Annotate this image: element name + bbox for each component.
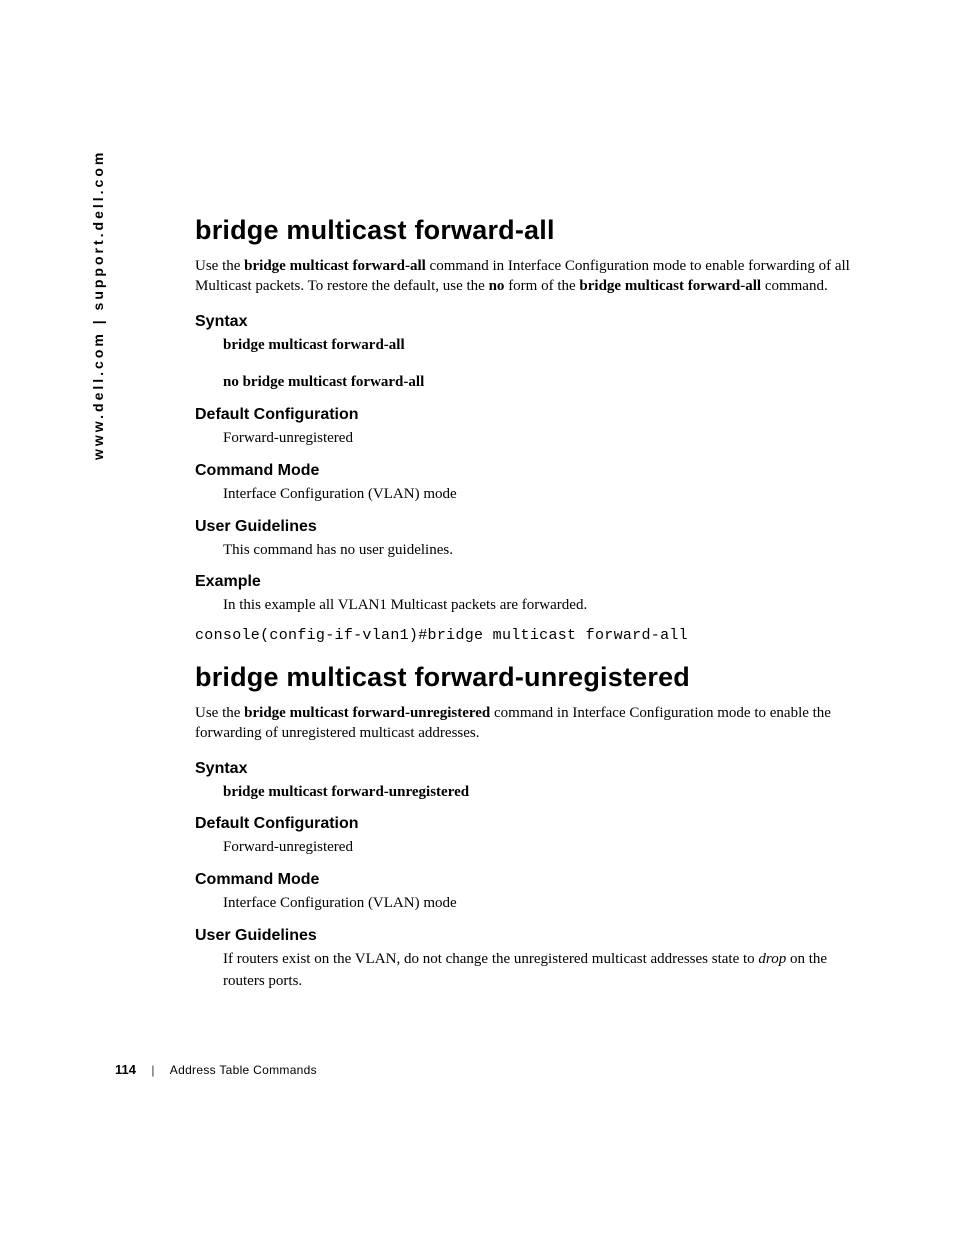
example-text: In this example all VLAN1 Multicast pack…	[223, 595, 865, 617]
intro-paragraph: Use the bridge multicast forward-unregis…	[195, 703, 865, 744]
guidelines-text: If routers exist on the VLAN, do not cha…	[223, 951, 758, 967]
syntax-line: bridge multicast forward-all	[223, 335, 865, 357]
intro-text: Use the	[195, 705, 244, 721]
default-config-heading: Default Configuration	[195, 406, 865, 424]
intro-bold: bridge multicast forward-all	[244, 258, 426, 274]
intro-text: command.	[761, 278, 828, 294]
main-content: bridge multicast forward-all Use the bri…	[195, 215, 865, 998]
intro-bold: bridge multicast forward-all	[579, 278, 761, 294]
footer-separator: |	[151, 1063, 154, 1077]
intro-text: Use the	[195, 258, 244, 274]
default-config-text: Forward-unregistered	[223, 428, 865, 450]
page: www.dell.com | support.dell.com bridge m…	[0, 0, 954, 1235]
intro-bold: bridge multicast forward-unregistered	[244, 705, 490, 721]
section-title: bridge multicast forward-unregistered	[195, 662, 865, 693]
syntax-line: no bridge multicast forward-all	[223, 372, 865, 394]
user-guidelines-text: This command has no user guidelines.	[223, 540, 865, 562]
command-mode-text: Interface Configuration (VLAN) mode	[223, 893, 865, 915]
intro-bold: no	[489, 278, 505, 294]
section-title: bridge multicast forward-all	[195, 215, 865, 246]
intro-text: form of the	[504, 278, 579, 294]
command-mode-text: Interface Configuration (VLAN) mode	[223, 484, 865, 506]
guidelines-italic: drop	[758, 951, 786, 967]
example-heading: Example	[195, 573, 865, 591]
syntax-heading: Syntax	[195, 313, 865, 331]
intro-paragraph: Use the bridge multicast forward-all com…	[195, 256, 865, 297]
default-config-heading: Default Configuration	[195, 815, 865, 833]
side-url-text: www.dell.com | support.dell.com	[90, 150, 106, 460]
command-mode-heading: Command Mode	[195, 871, 865, 889]
code-example: console(config-if-vlan1)#bridge multicas…	[195, 627, 865, 644]
user-guidelines-heading: User Guidelines	[195, 927, 865, 945]
default-config-text: Forward-unregistered	[223, 837, 865, 859]
user-guidelines-heading: User Guidelines	[195, 518, 865, 536]
user-guidelines-text: If routers exist on the VLAN, do not cha…	[223, 949, 865, 993]
syntax-line: bridge multicast forward-unregistered	[223, 782, 865, 804]
page-footer: 114 | Address Table Commands	[115, 1062, 317, 1077]
command-mode-heading: Command Mode	[195, 462, 865, 480]
syntax-heading: Syntax	[195, 760, 865, 778]
page-number: 114	[115, 1062, 136, 1077]
footer-chapter: Address Table Commands	[170, 1063, 317, 1077]
